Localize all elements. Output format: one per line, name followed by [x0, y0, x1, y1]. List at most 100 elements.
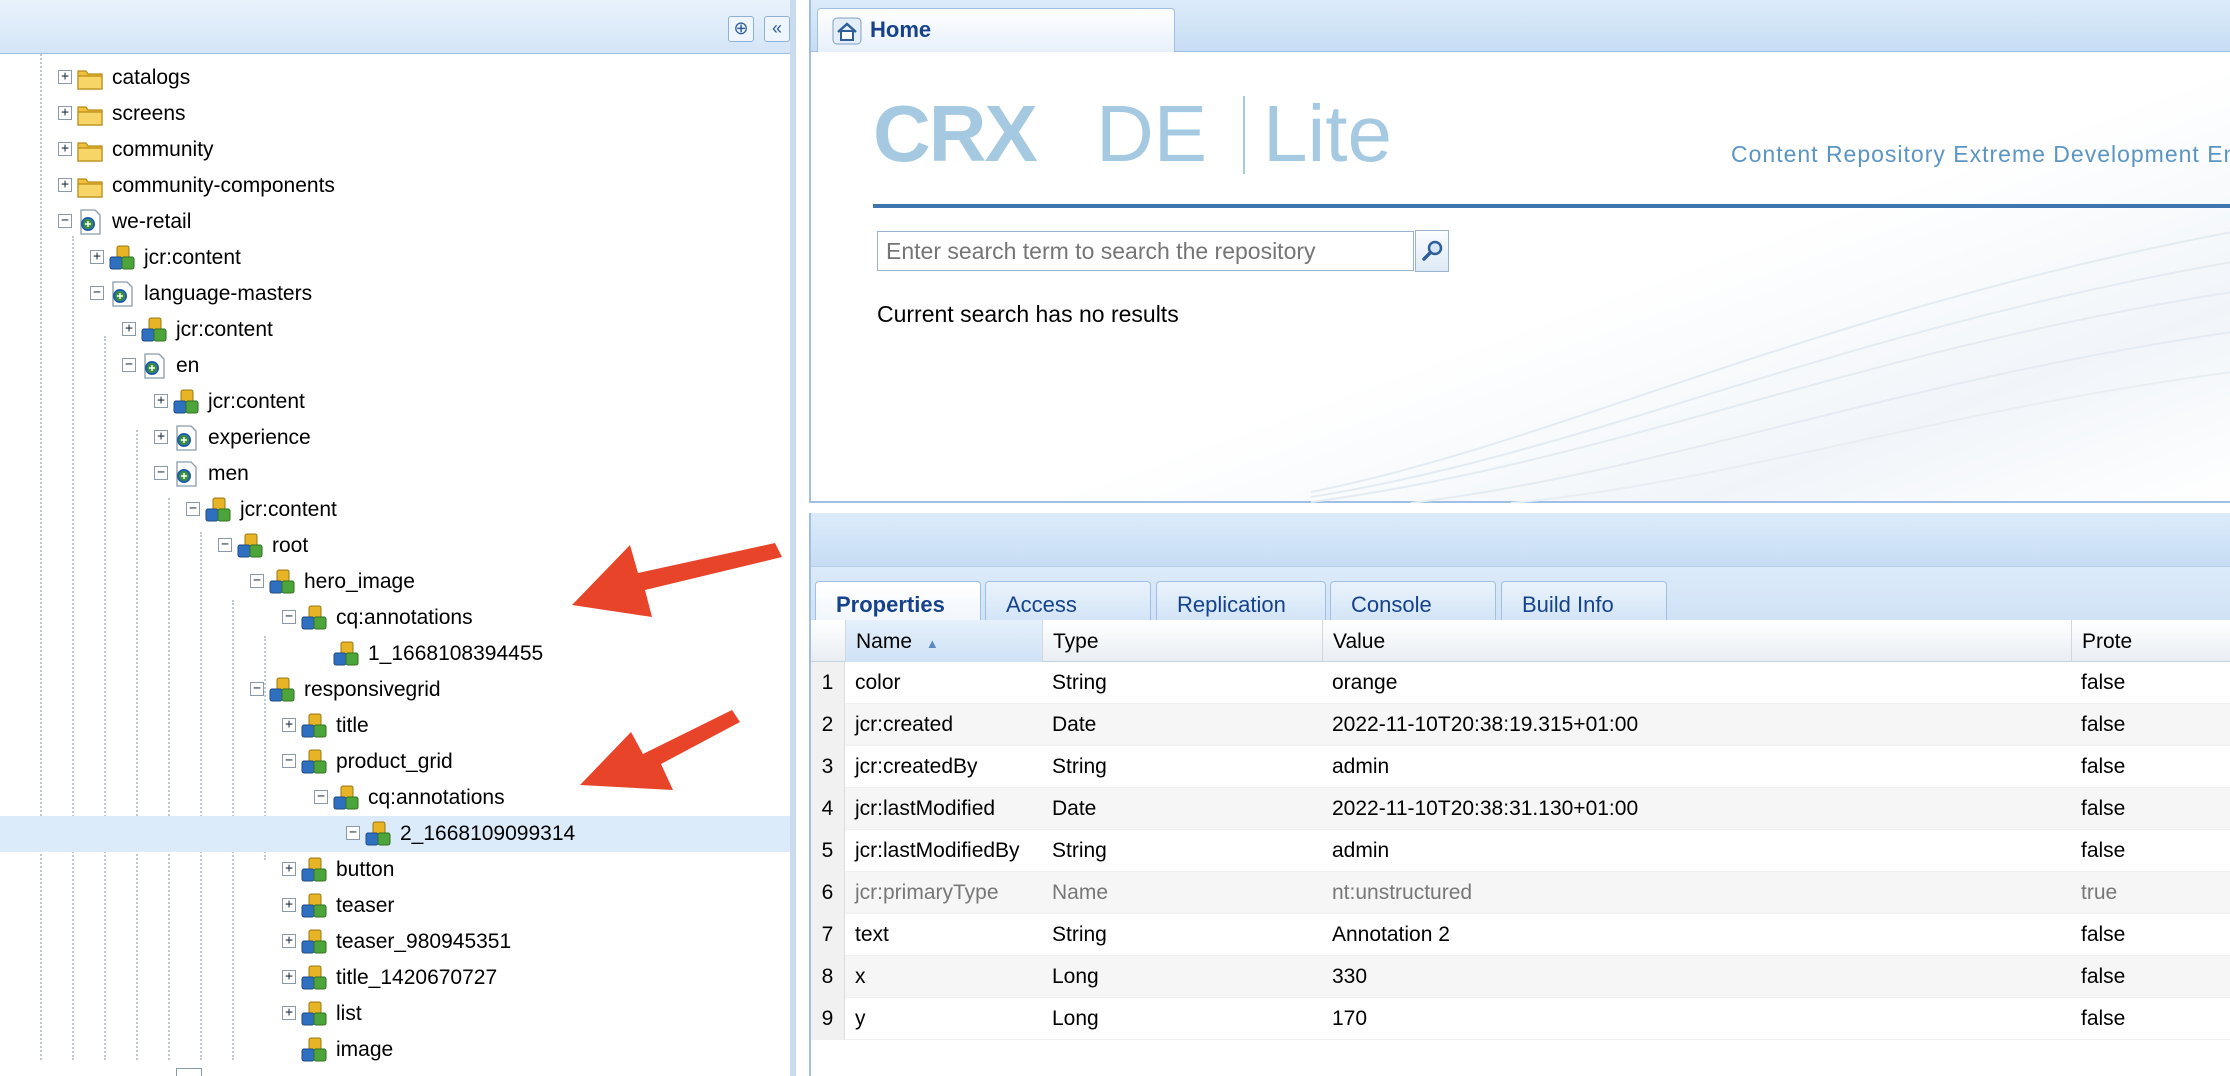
- property-row[interactable]: 1 color String orange false: [811, 662, 2230, 704]
- tree-node-label: screens: [112, 102, 186, 125]
- expand-icon[interactable]: +: [58, 70, 72, 84]
- tree-node-label: community-components: [112, 174, 335, 197]
- tree-node[interactable]: − 2_1668109099314: [0, 816, 790, 852]
- node-icon: [237, 533, 263, 558]
- home-body: CRX DE Lite Content Repository Extreme D…: [811, 52, 2230, 503]
- tree-node-label: teaser: [336, 894, 395, 917]
- annotation-arrow: [580, 710, 740, 790]
- tree-node[interactable]: + teaser_980945351: [0, 924, 790, 960]
- tree-node[interactable]: − en: [0, 348, 790, 384]
- property-row[interactable]: 7 text String Annotation 2 false: [811, 914, 2230, 956]
- collapse-icon[interactable]: −: [218, 538, 232, 552]
- property-row[interactable]: 4 jcr:lastModified Date 2022-11-10T20:38:31…: [811, 788, 2230, 830]
- expand-icon[interactable]: +: [154, 430, 168, 444]
- expand-icon[interactable]: +: [58, 178, 72, 192]
- home-icon: [832, 17, 862, 45]
- tree-node[interactable]: − we-retail: [0, 204, 790, 240]
- collapse-icon[interactable]: −: [250, 682, 264, 696]
- node-icon: [173, 389, 199, 414]
- search-button[interactable]: [1415, 230, 1449, 272]
- tree-node[interactable]: − responsivegrid: [0, 672, 790, 708]
- collapse-icon[interactable]: −: [346, 826, 360, 840]
- page-icon: [144, 353, 165, 379]
- collapse-icon[interactable]: −: [58, 214, 72, 228]
- tree-node[interactable]: + catalogs: [0, 60, 790, 96]
- search-input[interactable]: [877, 231, 1414, 271]
- property-protected-cell: false: [2081, 671, 2126, 694]
- tree-node[interactable]: + jcr:content: [0, 240, 790, 276]
- property-row[interactable]: 8 x Long 330 false: [811, 956, 2230, 998]
- column-header-name-label: Name: [856, 630, 913, 653]
- tree-node[interactable]: + button: [0, 852, 790, 888]
- home-tabbar: Home: [811, 0, 2230, 52]
- tree-node[interactable]: + jcr:content: [0, 384, 790, 420]
- expand-icon[interactable]: +: [90, 250, 104, 264]
- tree-node-label: root: [272, 534, 309, 557]
- tree-node[interactable]: + community-components: [0, 168, 790, 204]
- tree-node[interactable]: + list: [0, 996, 790, 1032]
- node-icon: [301, 893, 327, 918]
- property-row[interactable]: 5 jcr:lastModifiedBy String admin false: [811, 830, 2230, 872]
- collapse-icon[interactable]: −: [314, 790, 328, 804]
- property-name-cell: jcr:lastModified: [855, 797, 996, 820]
- expand-icon[interactable]: +: [282, 970, 296, 984]
- tree-node-label: jcr:content: [208, 390, 305, 413]
- node-icon: [301, 857, 327, 882]
- properties-tabbar: Properties Access Control Replication Co…: [811, 567, 2230, 643]
- property-value-cell: Annotation 2: [1332, 923, 1450, 946]
- tree-node[interactable]: image: [0, 1032, 790, 1068]
- collapse-panel-icon[interactable]: «: [764, 16, 790, 42]
- tree-node-label: 2_1668109099314: [400, 822, 576, 845]
- properties-grid-header: Name ▲ Type Value Prote: [811, 620, 2230, 662]
- tab-home[interactable]: Home: [817, 8, 1175, 52]
- tree-node[interactable]: − jcr:content: [0, 492, 790, 528]
- expand-icon[interactable]: +: [282, 898, 296, 912]
- tree-node[interactable]: 1_1668108394455: [0, 636, 790, 672]
- column-header-value[interactable]: Value: [1322, 620, 2071, 662]
- tree-node[interactable]: + experience: [0, 420, 790, 456]
- column-header-name[interactable]: Name ▲: [845, 620, 1042, 662]
- property-value-cell: admin: [1332, 755, 1390, 778]
- property-row[interactable]: 6 jcr:primaryType Name nt:unstructured true: [811, 872, 2230, 914]
- expand-icon[interactable]: +: [154, 394, 168, 408]
- property-row[interactable]: 3 jcr:createdBy String admin false: [811, 746, 2230, 788]
- property-row[interactable]: 9 y Long 170 false: [811, 998, 2230, 1040]
- property-name-cell: jcr:primaryType: [855, 881, 999, 904]
- expand-icon[interactable]: +: [282, 862, 296, 876]
- folder-icon: [77, 178, 103, 198]
- collapse-icon[interactable]: −: [250, 574, 264, 588]
- tree-node[interactable]: + screens: [0, 96, 790, 132]
- property-type-cell: String: [1052, 671, 1107, 694]
- collapse-icon[interactable]: −: [282, 610, 296, 624]
- panel-splitter[interactable]: [811, 513, 2230, 567]
- column-header-type[interactable]: Type: [1042, 620, 1322, 662]
- tree-node[interactable]: − language-masters: [0, 276, 790, 312]
- tree-node-label: cq:annotations: [368, 786, 505, 809]
- expand-icon[interactable]: +: [58, 142, 72, 156]
- collapse-icon[interactable]: −: [90, 286, 104, 300]
- tree-node-label: image: [336, 1038, 394, 1061]
- tree-node-label: cq:annotations: [336, 606, 473, 629]
- property-row[interactable]: 2 jcr:created Date 2022-11-10T20:38:19.315+…: [811, 704, 2230, 746]
- collapse-icon[interactable]: −: [282, 754, 296, 768]
- collapse-icon[interactable]: −: [186, 502, 200, 516]
- tree-node[interactable]: − men: [0, 456, 790, 492]
- expand-icon[interactable]: +: [122, 322, 136, 336]
- expand-icon[interactable]: +: [282, 934, 296, 948]
- property-type-cell: Long: [1052, 965, 1099, 988]
- tree-node[interactable]: + jcr:content: [0, 312, 790, 348]
- expand-icon[interactable]: +: [282, 1006, 296, 1020]
- expand-icon[interactable]: +: [282, 718, 296, 732]
- expand-icon[interactable]: +: [58, 106, 72, 120]
- tree-node[interactable]: + title_1420670727: [0, 960, 790, 996]
- collapse-icon[interactable]: −: [122, 358, 136, 372]
- binoculars-icon[interactable]: ⊕: [728, 16, 754, 42]
- column-header-protected[interactable]: Prote: [2071, 620, 2230, 662]
- tree-node-label: jcr:content: [240, 498, 337, 521]
- collapse-icon[interactable]: −: [154, 466, 168, 480]
- tree-node[interactable]: + teaser: [0, 888, 790, 924]
- search-icon: [1422, 240, 1443, 261]
- tree-node[interactable]: + community: [0, 132, 790, 168]
- tree-node-label: hero_image: [304, 570, 415, 593]
- node-icon: [301, 749, 327, 774]
